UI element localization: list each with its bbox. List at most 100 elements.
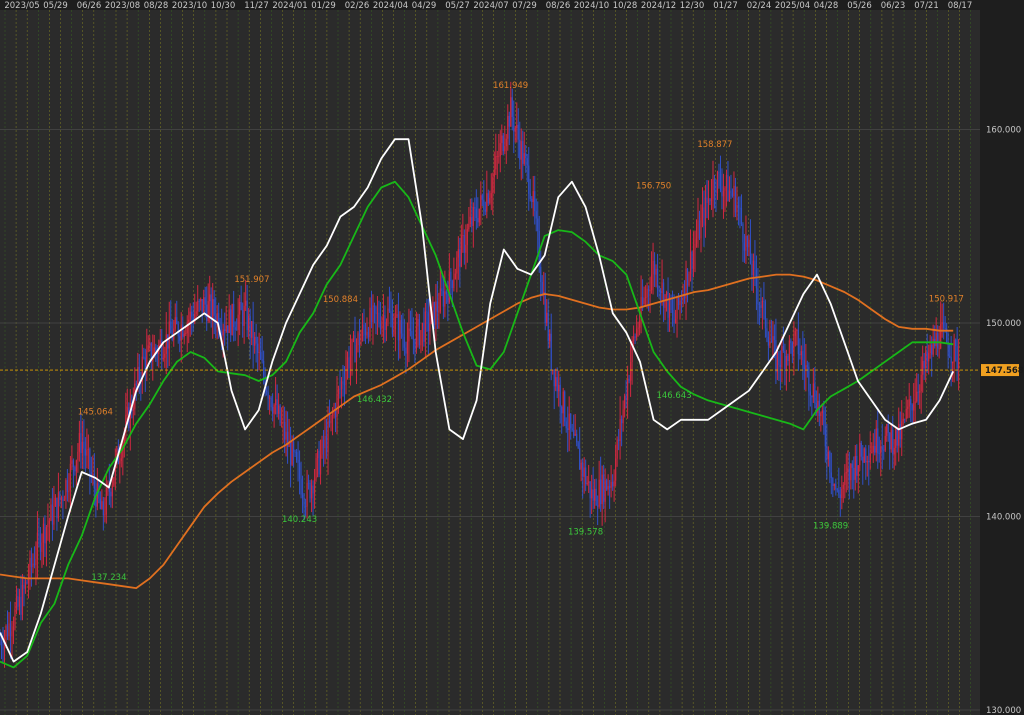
candle-body	[270, 397, 272, 407]
candle-body	[740, 207, 743, 224]
candle-body	[541, 282, 543, 295]
candle-body	[51, 504, 54, 525]
candle-body	[847, 468, 849, 473]
candle-body	[644, 297, 647, 299]
candle-body	[330, 415, 332, 424]
candle-body	[324, 435, 326, 449]
candle-body	[890, 429, 892, 450]
candle-body	[513, 116, 515, 132]
candle-body	[950, 357, 952, 364]
candle-body	[658, 288, 660, 291]
candle-body	[713, 179, 716, 191]
candle-body	[456, 257, 458, 274]
candle-body	[251, 321, 253, 338]
candle-body	[457, 249, 459, 258]
candle-body	[778, 352, 780, 365]
candle-body	[119, 460, 121, 464]
candle-body	[634, 336, 636, 338]
candle-body	[300, 478, 302, 495]
candle-body	[255, 336, 257, 344]
candle-body	[204, 297, 206, 305]
candle-body	[800, 351, 802, 356]
date-tick-label: 10/28	[613, 1, 638, 11]
high-annotation: 150.917	[929, 294, 964, 304]
candle-body	[787, 355, 789, 362]
candle-body	[468, 223, 470, 230]
candle-body	[550, 333, 552, 371]
candle-body	[949, 356, 951, 358]
candle-body	[438, 311, 440, 313]
candle-body	[568, 413, 570, 430]
candle-body	[955, 339, 957, 347]
candle-body	[236, 329, 238, 331]
candle-body	[375, 306, 377, 314]
candle-body	[342, 381, 344, 385]
candle-body	[460, 235, 462, 267]
candle-body	[760, 304, 762, 308]
candle-body	[766, 328, 768, 337]
candle-body	[471, 216, 473, 226]
candle-body	[183, 333, 185, 337]
date-tick-label: 06/26	[77, 1, 102, 11]
candle-body	[307, 482, 310, 484]
candle-body	[579, 448, 581, 470]
candle-body	[674, 318, 677, 324]
candle-body	[854, 455, 856, 480]
candle-body	[743, 242, 746, 251]
date-tick-label: 2024/12	[641, 1, 676, 11]
candle-body	[349, 356, 352, 369]
candle-body	[261, 359, 263, 361]
candle-body	[728, 190, 731, 201]
candle-body	[558, 384, 560, 392]
candle-body	[612, 481, 614, 487]
candle-body	[39, 534, 42, 552]
candle-body	[823, 410, 825, 426]
candle-body	[797, 329, 799, 355]
candle-body	[369, 307, 371, 338]
candle-body	[686, 268, 689, 286]
candle-body	[733, 185, 735, 196]
candle-body	[875, 428, 877, 453]
candle-body	[718, 171, 720, 174]
candle-body	[102, 501, 104, 516]
candle-body	[784, 351, 786, 369]
candle-body	[827, 451, 829, 460]
date-axis-labels: 2023/05 05/29 06/26 2023/08 08/28 2023/10 10/3…	[4, 1, 972, 11]
high-annotation: 145.064	[78, 408, 113, 418]
candle-body	[895, 428, 897, 448]
candle-body	[242, 310, 244, 326]
candle-body	[803, 360, 805, 370]
candle-body	[354, 335, 356, 363]
candle-body	[763, 300, 765, 302]
candle-body	[567, 428, 569, 430]
candle-body	[505, 138, 507, 147]
candle-body	[32, 563, 34, 568]
candle-body	[606, 480, 608, 490]
candle-body	[313, 478, 316, 494]
candle-body	[429, 323, 431, 332]
candle-body	[580, 462, 582, 470]
candle-body	[621, 419, 623, 424]
candle-body	[120, 458, 122, 461]
candle-body	[863, 448, 865, 463]
candle-body	[688, 273, 690, 286]
candle-body	[168, 321, 170, 349]
candle-body	[603, 474, 605, 502]
candle-body	[793, 335, 795, 357]
candle-body	[585, 467, 587, 485]
candle-body	[615, 458, 617, 481]
low-annotation: 146.432	[357, 395, 392, 405]
candle-body	[294, 451, 296, 453]
candle-body	[417, 319, 419, 327]
candle-body	[790, 340, 792, 344]
candle-body	[391, 313, 394, 335]
candle-body	[45, 527, 48, 544]
candle-body	[24, 582, 27, 589]
candle-body	[366, 331, 368, 336]
candle-body	[665, 292, 668, 295]
candle-body	[227, 325, 229, 333]
candle-body	[546, 312, 548, 324]
candle-body	[537, 218, 539, 232]
candle-body	[751, 263, 753, 276]
candle-body	[902, 418, 904, 422]
